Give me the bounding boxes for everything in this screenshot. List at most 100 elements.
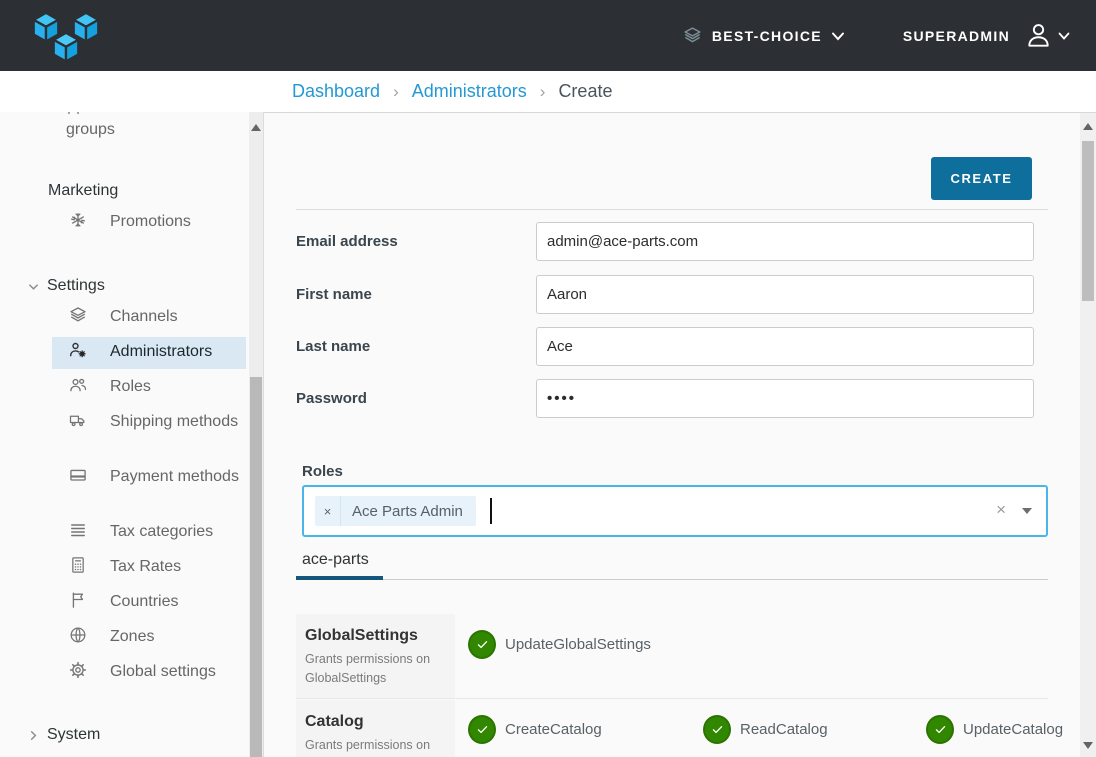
asterisk-icon [68,210,88,230]
user-name: SUPERADMIN [903,28,1010,44]
email-field[interactable] [536,222,1034,261]
flag-icon [68,590,88,610]
scrollbar-thumb[interactable] [250,377,262,757]
channel-label: BEST-CHOICE [712,28,822,44]
permission-label: UpdateGlobalSettings [505,636,651,653]
vendure-logo[interactable] [26,4,106,68]
sidebar-scrollbar[interactable] [249,112,263,757]
sidebar-item-label: Global settings [110,663,216,680]
chip-remove-button[interactable]: × [315,496,341,526]
last-name-label: Last name [296,327,536,366]
breadcrumb: Dashboard › Administrators › Create [0,71,1096,112]
sidebar-item-countries[interactable]: Countries [66,590,248,614]
sidebar-item-roles[interactable]: Roles [66,375,248,399]
sidebar-nav: groups Marketing Promotions Settings Cha… [0,112,264,757]
scrollbar-thumb[interactable] [1082,141,1094,301]
sidebar-group-settings[interactable]: Settings [27,275,105,297]
chevron-down-icon [27,280,40,293]
main-content: CREATE Email address First name Last nam… [264,112,1096,757]
roles-select[interactable]: × Ace Parts Admin × [302,485,1048,537]
clear-icon[interactable]: × [996,500,1006,520]
channel-tab-bar: ace-parts [296,549,1048,580]
permission-toggle-updateglobalsettings[interactable]: UpdateGlobalSettings [468,630,651,659]
check-circle-icon [468,715,496,744]
chevron-right-icon [27,729,40,742]
role-chip-label: Ace Parts Admin [341,496,476,526]
sidebar-item-tax-categories[interactable]: Tax categories [66,520,248,544]
check-circle-icon [926,715,954,744]
permission-group-description: Grants permissions on GlobalSettings [305,650,447,688]
sidebar-item-label: Payment methods [110,468,239,485]
tab-ace-parts[interactable]: ace-parts [296,549,383,580]
sidebar-item-shipping-methods[interactable]: Shipping methods [66,410,248,434]
sidebar-section-marketing: Marketing [48,180,118,202]
permission-row-globalsettings: GlobalSettings Grants permissions on Glo… [296,614,1048,699]
sidebar-item-tax-rates[interactable]: Tax Rates [66,555,248,579]
sidebar-item-label: Administrators [110,343,212,360]
breadcrumb-link-administrators[interactable]: Administrators [412,81,527,102]
permission-label: CreateCatalog [505,721,602,738]
form-row-password: Password [296,379,1048,418]
cog-icon [68,660,88,680]
sidebar-item-zones[interactable]: Zones [66,625,248,649]
section-divider [296,209,1048,210]
sidebar-item-global-settings[interactable]: Global settings [66,660,248,684]
users-icon [68,375,88,395]
user-menu[interactable] [1023,20,1070,51]
permission-group-header: GlobalSettings Grants permissions on Glo… [296,614,455,698]
check-circle-icon [703,715,731,744]
administrator-icon [68,340,88,360]
section-title: System [47,724,100,746]
channel-switcher[interactable]: BEST-CHOICE [682,25,845,46]
main-scrollbar[interactable] [1080,113,1096,757]
permission-toggle-createcatalog[interactable]: CreateCatalog [468,715,602,744]
form-row-first-name: First name [296,275,1048,314]
truck-icon [68,410,88,430]
dropdown-caret-icon[interactable] [1022,508,1032,514]
scroll-down-arrow[interactable] [1083,742,1093,749]
sidebar-item-label: Tax categories [110,523,213,540]
sidebar-item-label: Countries [110,593,178,610]
sidebar-item-customer-groups-overflow[interactable]: groups [66,121,115,139]
sidebar-group-system[interactable]: System [27,724,100,746]
password-label: Password [296,379,536,418]
breadcrumb-current: Create [558,81,612,102]
permission-row-catalog: Catalog Grants permissions on Products, … [296,700,1048,757]
globe-icon [68,625,88,645]
calculator-icon [68,555,88,575]
sidebar-item-label: Shipping methods [110,413,238,430]
top-bar: BEST-CHOICE SUPERADMIN [0,0,1096,71]
create-button[interactable]: CREATE [931,157,1032,200]
sidebar-item-label: Tax Rates [110,558,181,575]
sidebar-item-label: Roles [110,378,151,395]
scroll-up-arrow[interactable] [251,124,261,131]
permission-group-name: Catalog [305,713,447,731]
sidebar-item-label: Channels [110,308,178,325]
sidebar-item-channels[interactable]: Channels [66,305,248,329]
layers-icon [682,25,703,46]
section-title: Marketing [48,182,118,199]
check-circle-icon [468,630,496,659]
sidebar-item-administrators[interactable]: Administrators [66,340,248,364]
breadcrumb-link-dashboard[interactable]: Dashboard [292,81,380,102]
permission-toggle-readcatalog[interactable]: ReadCatalog [703,715,828,744]
sidebar-item-promotions[interactable]: Promotions [66,210,248,234]
first-name-field[interactable] [536,275,1034,314]
layers-icon [68,305,88,325]
last-name-field[interactable] [536,327,1034,366]
email-label: Email address [296,222,536,261]
credit-card-icon [68,465,88,485]
role-chip: × Ace Parts Admin [315,496,476,526]
section-title: Settings [47,275,105,297]
permission-label: UpdateCatalog [963,721,1063,738]
form-row-email: Email address [296,222,1048,261]
permission-group-description: Grants permissions on Products, Facets [305,736,447,757]
scroll-up-arrow[interactable] [1083,123,1093,130]
sidebar-item-label: Zones [110,628,154,645]
text-cursor [490,498,492,524]
password-field[interactable] [536,379,1034,418]
roles-label: Roles [302,463,343,480]
permission-group-header: Catalog Grants permissions on Products, … [296,700,455,757]
permission-toggle-updatecatalog[interactable]: UpdateCatalog [926,715,1063,744]
sidebar-item-payment-methods[interactable]: Payment methods [66,465,248,489]
